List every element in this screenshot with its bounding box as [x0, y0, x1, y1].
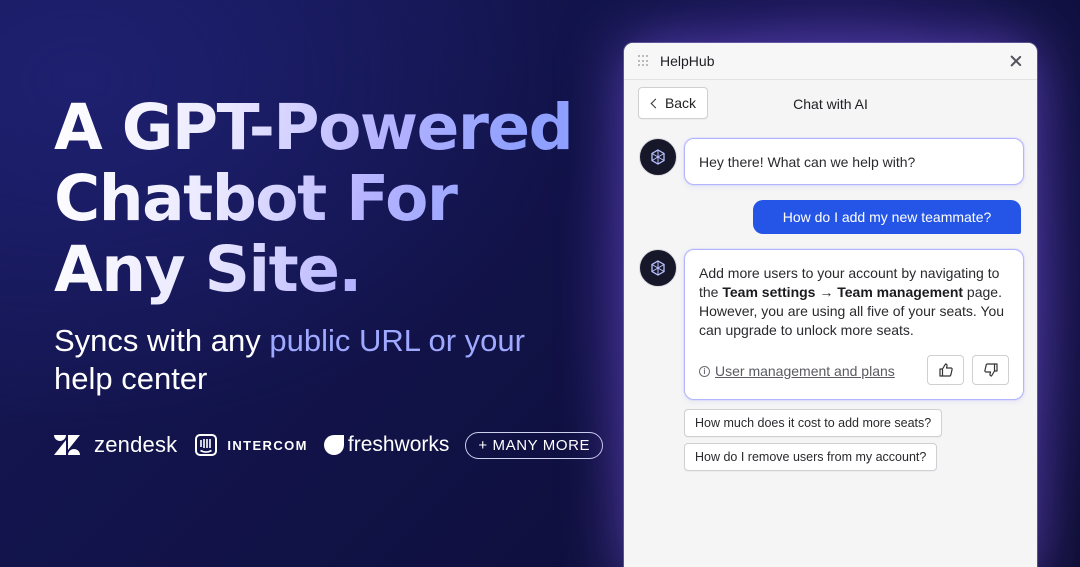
- bot-avatar: [639, 138, 677, 176]
- hero-title: A GPT-Powered Chatbot For Any Site.: [54, 92, 614, 305]
- intercom-wordmark: INTERCOM: [227, 437, 308, 453]
- freshworks-logo: freshworks: [323, 433, 450, 457]
- bot-message-text: Hey there! What can we help with?: [699, 154, 916, 170]
- drag-handle-icon[interactable]: [638, 55, 650, 67]
- hero-title-line-3: Any Site.: [54, 233, 361, 306]
- thumbs-up-button[interactable]: [927, 355, 964, 385]
- subtitle-highlight: public URL or your: [269, 323, 525, 358]
- chat-header: Back Chat with AI: [624, 80, 1037, 130]
- hero-title-line-2: Chatbot For: [54, 162, 457, 235]
- user-message-text: How do I add my new teammate?: [782, 209, 992, 225]
- integration-logos: zendesk INTERCOM freshworks + MANY MORE: [54, 428, 604, 462]
- subtitle-text-2: help center: [54, 361, 208, 396]
- hero-title-line-1: A GPT-Powered: [54, 91, 573, 164]
- window-titlebar: HelpHub: [624, 43, 1037, 80]
- answer-arrow: →: [815, 284, 838, 300]
- freshworks-icon: [323, 435, 344, 455]
- helphub-window: HelpHub Back Chat with AI Hey there! Wha…: [624, 43, 1037, 567]
- source-row: i User management and plans: [699, 362, 895, 381]
- intercom-logo: INTERCOM: [195, 434, 308, 456]
- bot-answer-message: Add more users to your account by naviga…: [684, 249, 1024, 400]
- many-more-badge: + MANY MORE: [465, 431, 604, 459]
- zendesk-icon: [54, 435, 80, 455]
- thumbs-down-button[interactable]: [972, 355, 1009, 385]
- zendesk-wordmark: zendesk: [94, 432, 178, 457]
- suggestion-button[interactable]: How much does it cost to add more seats?: [684, 409, 943, 437]
- intercom-icon: [195, 434, 218, 456]
- answer-bold-team-settings: Team settings: [722, 284, 816, 300]
- hero-subtitle: Syncs with any public URL or your help ce…: [54, 322, 574, 398]
- freshworks-wordmark: freshworks: [347, 433, 450, 456]
- answer-bold-team-management: Team management: [837, 284, 964, 300]
- bot-logo-icon: [651, 149, 665, 165]
- bot-logo-icon: [651, 260, 665, 276]
- suggestion-button[interactable]: How do I remove users from my account?: [684, 443, 938, 471]
- bot-avatar: [639, 249, 677, 287]
- source-link[interactable]: User management and plans: [715, 362, 895, 381]
- close-icon[interactable]: [1009, 54, 1023, 68]
- bot-answer-text: Add more users to your account by naviga…: [699, 264, 1009, 340]
- info-icon: i: [699, 366, 710, 377]
- thumbs-down-icon: [983, 363, 998, 377]
- bot-message: Hey there! What can we help with?: [684, 138, 1024, 185]
- app-title: HelpHub: [660, 53, 715, 69]
- subtitle-text: Syncs with any: [54, 323, 270, 358]
- zendesk-logo: zendesk: [54, 432, 177, 458]
- thumbs-up-icon: [938, 363, 953, 377]
- chat-title: Chat with AI: [793, 96, 868, 112]
- user-message: How do I add my new teammate?: [753, 200, 1021, 234]
